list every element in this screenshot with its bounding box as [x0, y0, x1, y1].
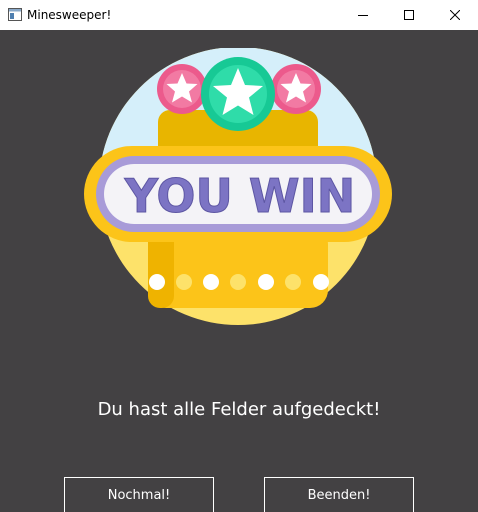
game-over-panel: YOU WIN Du hast alle Felder aufgedeckt! … [0, 30, 478, 512]
light-2 [176, 274, 192, 290]
close-button[interactable] [432, 0, 478, 30]
light-6 [285, 274, 301, 290]
light-5 [258, 274, 274, 290]
star-center-icon [201, 57, 275, 131]
light-1 [149, 274, 165, 290]
light-3 [203, 274, 219, 290]
maximize-icon [404, 10, 414, 20]
app-icon [8, 8, 22, 21]
maximize-button[interactable] [386, 0, 432, 30]
star-left-icon [157, 64, 207, 114]
win-message: Du hast alle Felder aufgedeckt! [97, 399, 381, 420]
play-again-button[interactable]: Nochmal! [64, 477, 214, 512]
you-win-badge: YOU WIN [84, 48, 392, 325]
close-icon [450, 10, 460, 20]
window-title: Minesweeper! [27, 8, 112, 22]
quit-button[interactable]: Beenden! [264, 477, 414, 512]
you-win-text: YOU WIN [124, 169, 356, 223]
minimize-button[interactable] [340, 0, 386, 30]
star-right-icon [271, 64, 321, 114]
minimize-icon [358, 15, 368, 16]
light-4 [230, 274, 246, 290]
light-7 [313, 274, 329, 290]
title-bar: Minesweeper! [0, 0, 478, 30]
